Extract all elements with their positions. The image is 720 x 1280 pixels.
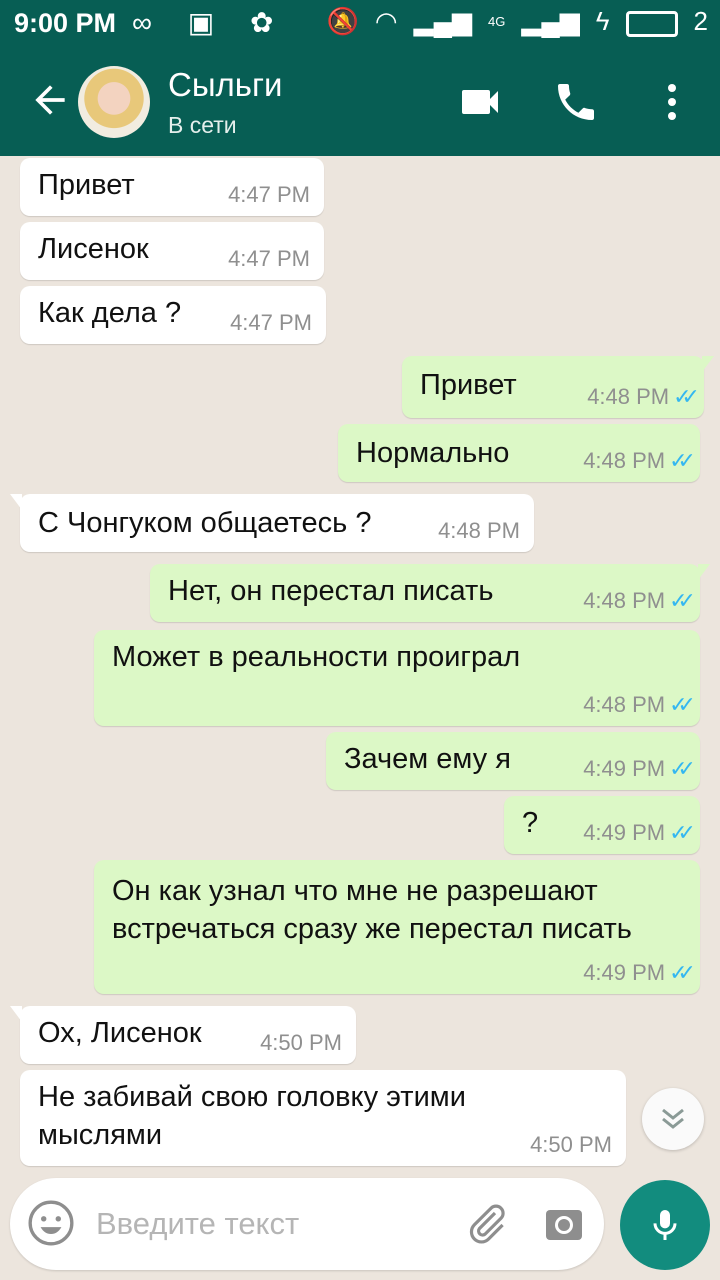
message-outgoing[interactable]: Привет 4:48 PM ✓✓ <box>402 356 714 418</box>
message-meta: 4:48 PM ✓✓ <box>583 692 696 717</box>
bubble-tail <box>10 494 22 510</box>
message-meta: 4:49 PM ✓✓ <box>583 820 696 845</box>
bubble-tail <box>10 1006 22 1022</box>
more-vert-icon[interactable] <box>648 78 696 126</box>
message-time: 4:48 PM <box>438 518 520 543</box>
message-text: С Чонгуком общаетесь ? <box>38 507 372 539</box>
video-call-icon[interactable] <box>456 78 504 126</box>
message-outgoing[interactable]: Он как узнал что мне не разрешают встреч… <box>94 860 700 994</box>
message-text: Привет <box>420 369 517 401</box>
emoji-icon[interactable] <box>26 1198 76 1248</box>
scroll-down-icon <box>662 1108 684 1129</box>
read-ticks-icon: ✓✓ <box>673 384 700 409</box>
message-input[interactable]: Введите текст <box>96 1206 299 1242</box>
battery-level: 2 <box>693 6 708 36</box>
signal-icon: ▂▄▆ <box>413 6 472 36</box>
message-outgoing[interactable]: Зачем ему я 4:49 PM ✓✓ <box>326 732 700 790</box>
message-incoming[interactable]: Ох, Лисенок 4:50 PM <box>10 1006 356 1064</box>
chat-area[interactable]: Привет 4:47 PM Лисенок 4:47 PM Как дела … <box>0 156 720 1174</box>
message-incoming[interactable]: Не забивай свою головку этими мыслями 4:… <box>20 1070 626 1166</box>
contact-avatar[interactable] <box>78 66 150 138</box>
message-text: ? <box>522 807 539 839</box>
voice-message-button[interactable] <box>620 1180 710 1270</box>
message-time: 4:47 PM <box>230 310 312 335</box>
read-ticks-icon: ✓✓ <box>669 448 696 473</box>
read-ticks-icon: ✓✓ <box>669 960 696 985</box>
message-outgoing[interactable]: Нормально 4:48 PM ✓✓ <box>338 424 700 482</box>
chat-header: Сыльги В сети <box>0 48 720 156</box>
message-time: 4:47 PM <box>228 182 310 207</box>
bubble-tail <box>698 564 710 580</box>
message-incoming[interactable]: Привет 4:47 PM <box>20 158 324 216</box>
camera-icon[interactable] <box>540 1200 588 1248</box>
message-meta: 4:48 PM ✓✓ <box>583 588 696 613</box>
back-arrow-icon[interactable] <box>28 78 72 122</box>
message-meta: 4:48 PM ✓✓ <box>587 384 700 409</box>
message-outgoing[interactable]: Нет, он перестал писать 4:48 PM ✓✓ <box>150 564 710 622</box>
scroll-to-bottom-button[interactable] <box>642 1088 704 1150</box>
charging-icon: ϟ <box>595 6 610 36</box>
status-notification-icons: ∞ ▣ ✿ <box>132 7 288 38</box>
battery-icon <box>625 10 678 37</box>
mic-icon <box>653 1210 677 1240</box>
status-bar: 9:00 PM ∞ ▣ ✿ 🔕 ◠ ▂▄▆ 4G ▂▄▆ ϟ 2 <box>0 0 720 48</box>
mute-icon: 🔕 <box>326 6 359 36</box>
message-incoming[interactable]: Лисенок 4:47 PM <box>20 222 324 280</box>
sim-label: 4G <box>488 14 506 29</box>
message-text: Может в реальности проиграл <box>112 641 521 673</box>
bubble-tail <box>702 356 714 372</box>
message-text: Не забивай свою головку этими мыслями <box>38 1081 466 1151</box>
status-system-icons: 🔕 ◠ ▂▄▆ 4G ▂▄▆ ϟ 2 <box>327 6 708 37</box>
signal-icon-2: ▂▄▆ <box>521 6 580 36</box>
message-time: 4:50 PM <box>260 1030 342 1055</box>
message-text: Нормально <box>356 437 510 469</box>
message-meta: 4:49 PM ✓✓ <box>583 960 696 985</box>
message-time: 4:50 PM <box>530 1132 612 1157</box>
message-outgoing[interactable]: ? 4:49 PM ✓✓ <box>504 796 700 854</box>
read-ticks-icon: ✓✓ <box>669 820 696 845</box>
message-composer[interactable]: Введите текст <box>10 1178 604 1270</box>
message-text: Зачем ему я <box>344 743 511 775</box>
message-meta: 4:48 PM ✓✓ <box>583 448 696 473</box>
message-time: 4:47 PM <box>228 246 310 271</box>
message-text: Привет <box>38 169 135 201</box>
message-text: Он как узнал что мне не разрешают встреч… <box>112 875 632 945</box>
message-text: Как дела ? <box>38 297 182 329</box>
message-incoming[interactable]: С Чонгуком общаетесь ? 4:48 PM <box>10 494 534 552</box>
message-outgoing[interactable]: Может в реальности проиграл 4:48 PM ✓✓ <box>94 630 700 726</box>
contact-status: В сети <box>168 112 237 138</box>
status-time: 9:00 PM <box>14 8 117 38</box>
wifi-icon: ◠ <box>374 6 398 36</box>
message-meta: 4:49 PM ✓✓ <box>583 756 696 781</box>
phone-icon[interactable] <box>552 78 600 126</box>
message-incoming[interactable]: Как дела ? 4:47 PM <box>20 286 326 344</box>
message-text: Нет, он перестал писать <box>168 575 494 607</box>
message-text: Ох, Лисенок <box>38 1017 202 1049</box>
attach-icon[interactable] <box>462 1200 510 1248</box>
read-ticks-icon: ✓✓ <box>669 756 696 781</box>
read-ticks-icon: ✓✓ <box>669 588 696 613</box>
read-ticks-icon: ✓✓ <box>669 692 696 717</box>
message-text: Лисенок <box>38 233 149 265</box>
contact-name[interactable]: Сыльги <box>168 66 282 104</box>
